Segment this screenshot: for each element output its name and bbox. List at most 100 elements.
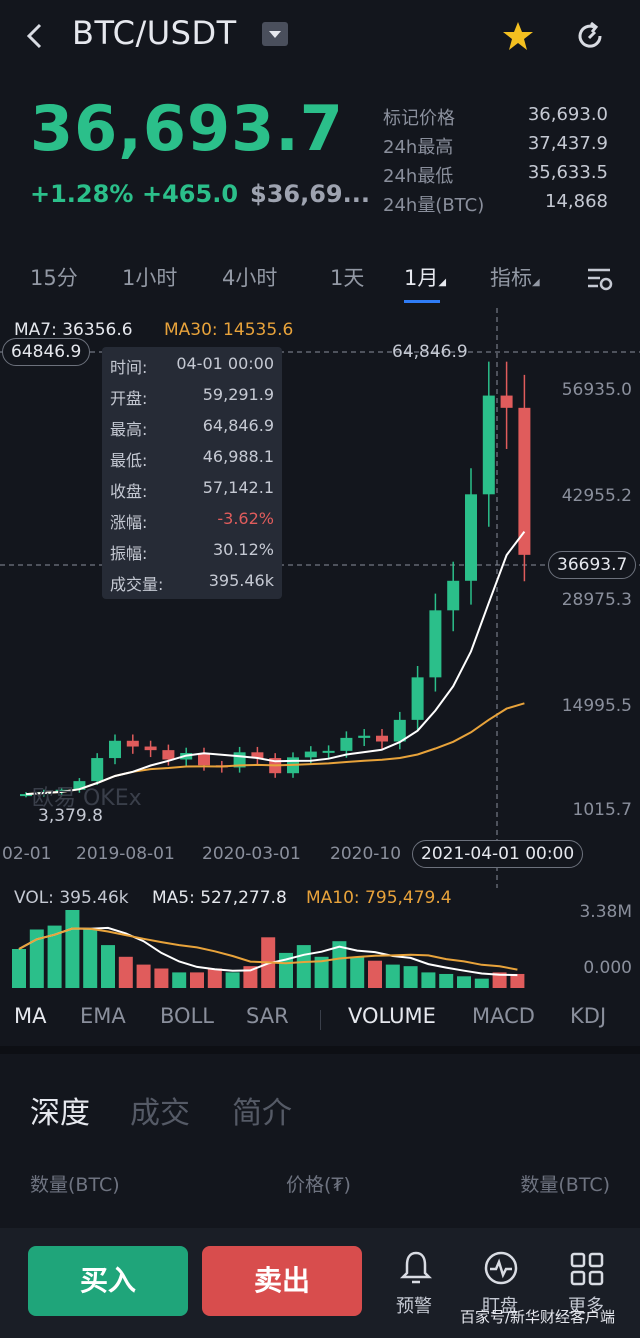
volume-bar <box>421 972 436 988</box>
tab-indicators[interactable]: 指标◢ <box>490 262 540 292</box>
chevron-left-icon[interactable] <box>24 22 46 50</box>
candle <box>322 750 335 753</box>
volume-bar <box>296 945 311 988</box>
volume-chart[interactable] <box>0 910 640 990</box>
buy-button[interactable]: 买入 <box>28 1246 188 1316</box>
last-price: 36,693.7 <box>30 92 344 165</box>
candle <box>447 580 460 611</box>
candle <box>109 740 121 759</box>
pair-title[interactable]: BTC/USDT <box>72 14 237 52</box>
tt-value-time: 04-01 00:00 <box>176 354 274 373</box>
vol-ma5-legend: MA5: 527,277.8 <box>152 888 287 908</box>
price-usd: $36,69... <box>250 180 370 208</box>
ma7-legend: MA7: 36356.6 <box>14 320 133 340</box>
candle <box>429 610 442 678</box>
x-tick: 02-01 <box>2 844 52 864</box>
volume-bar <box>83 929 98 988</box>
header-bar: BTC/USDT <box>0 0 640 80</box>
bell-icon[interactable] <box>400 1250 432 1286</box>
low-label: 3,379.8 <box>38 806 103 826</box>
active-tab-underline <box>404 300 440 303</box>
tt-value-amplitude: 30.12% <box>212 540 274 559</box>
grid-icon[interactable] <box>570 1252 604 1286</box>
volume-bar <box>190 972 204 988</box>
tt-label-high: 最高: <box>110 420 148 439</box>
stat-value-mark: 36,693.0 <box>527 104 608 125</box>
tab-1h[interactable]: 1小时 <box>122 262 177 292</box>
tt-label-change: 涨幅: <box>110 513 148 532</box>
candle <box>358 735 371 738</box>
candle <box>198 753 210 766</box>
stat-value-volume: 14,868 <box>545 191 608 212</box>
chart-settings-icon[interactable] <box>586 266 614 292</box>
candlestick-chart[interactable]: 欧易 OKEx <box>0 308 640 888</box>
tt-value-close: 57,142.1 <box>202 478 274 497</box>
candle <box>482 395 495 495</box>
timeframe-tabs: 15分 1小时 4小时 1天 1月◢ 指标◢ <box>0 262 640 302</box>
ind-boll[interactable]: BOLL <box>160 1004 214 1028</box>
source-watermark: 百家号/新华财经客户端 <box>460 1308 616 1326</box>
ma30-legend: MA30: 14535.6 <box>164 320 294 340</box>
volume-bar <box>403 966 418 988</box>
ind-macd[interactable]: MACD <box>472 1004 535 1028</box>
candle <box>465 494 477 581</box>
vol-legend: VOL: 395.46k <box>14 888 129 908</box>
pair-dropdown-icon[interactable] <box>262 22 288 46</box>
tt-label-volume: 成交量: <box>110 575 164 594</box>
y-tick: 28975.3 <box>561 590 632 610</box>
current-price-label: 36693.7 <box>548 551 637 579</box>
ind-kdj[interactable]: KDJ <box>570 1004 606 1028</box>
tab-4h[interactable]: 4小时 <box>222 262 277 292</box>
change-percent: +1.28% <box>30 180 134 208</box>
tab-info[interactable]: 简介 <box>232 1088 292 1132</box>
ind-ema[interactable]: EMA <box>80 1004 126 1028</box>
refresh-icon[interactable] <box>574 20 606 52</box>
stat-label-mark: 标记价格 <box>383 108 455 129</box>
ob-header-price: 价格(₮) <box>286 1174 351 1196</box>
tt-label-open: 开盘: <box>110 389 148 408</box>
volume-bar <box>101 945 115 988</box>
volume-bar <box>510 973 525 988</box>
change-amount: +465.0 <box>142 180 239 208</box>
tt-label-close: 收盘: <box>110 482 148 501</box>
tab-trades[interactable]: 成交 <box>130 1088 190 1132</box>
candle <box>304 751 317 758</box>
tt-value-volume: 395.46k <box>208 571 274 590</box>
volume-bar <box>225 972 240 988</box>
alert-label[interactable]: 预警 <box>396 1292 432 1318</box>
volume-bar <box>385 964 400 988</box>
volume-bar <box>118 956 133 988</box>
stat-label-volume: 24h量(BTC) <box>383 195 485 216</box>
y-tick: 56935.0 <box>561 380 632 400</box>
candle <box>144 746 157 751</box>
volume-bar <box>65 910 80 988</box>
stat-label-low: 24h最低 <box>383 166 454 187</box>
candle <box>91 758 104 782</box>
ind-sar[interactable]: SAR <box>246 1004 289 1028</box>
x-tick: 2020-10 <box>330 844 402 864</box>
star-icon[interactable] <box>502 20 534 52</box>
section-divider <box>0 1046 640 1054</box>
volume-bar <box>474 978 489 988</box>
sell-button[interactable]: 卖出 <box>202 1246 362 1316</box>
indicator-divider <box>320 1010 321 1030</box>
ob-header-bid-qty: 数量(BTC) <box>30 1174 120 1196</box>
crosshair-date-label: 2021-04-01 00:00 <box>412 840 584 868</box>
ob-header-ask-qty: 数量(BTC) <box>520 1174 610 1196</box>
pulse-icon[interactable] <box>483 1250 519 1286</box>
vol-ma10-legend: MA10: 795,479.4 <box>306 888 452 908</box>
candle <box>162 750 175 760</box>
high-label: 64,846.9 <box>392 342 468 362</box>
volume-bar <box>154 968 169 988</box>
ind-ma[interactable]: MA <box>14 1004 46 1028</box>
tab-1d[interactable]: 1天 <box>330 262 364 292</box>
volume-bar <box>457 976 471 988</box>
tab-1mo[interactable]: 1月◢ <box>404 262 446 292</box>
stat-value-low: 35,633.5 <box>527 162 608 183</box>
y-tick: 1015.7 <box>572 800 632 820</box>
tab-depth[interactable]: 深度 <box>30 1088 90 1132</box>
tt-value-change: -3.62% <box>217 509 274 528</box>
tab-15m[interactable]: 15分 <box>30 262 78 292</box>
ind-volume[interactable]: VOLUME <box>348 1004 436 1028</box>
volume-bar <box>207 968 222 988</box>
